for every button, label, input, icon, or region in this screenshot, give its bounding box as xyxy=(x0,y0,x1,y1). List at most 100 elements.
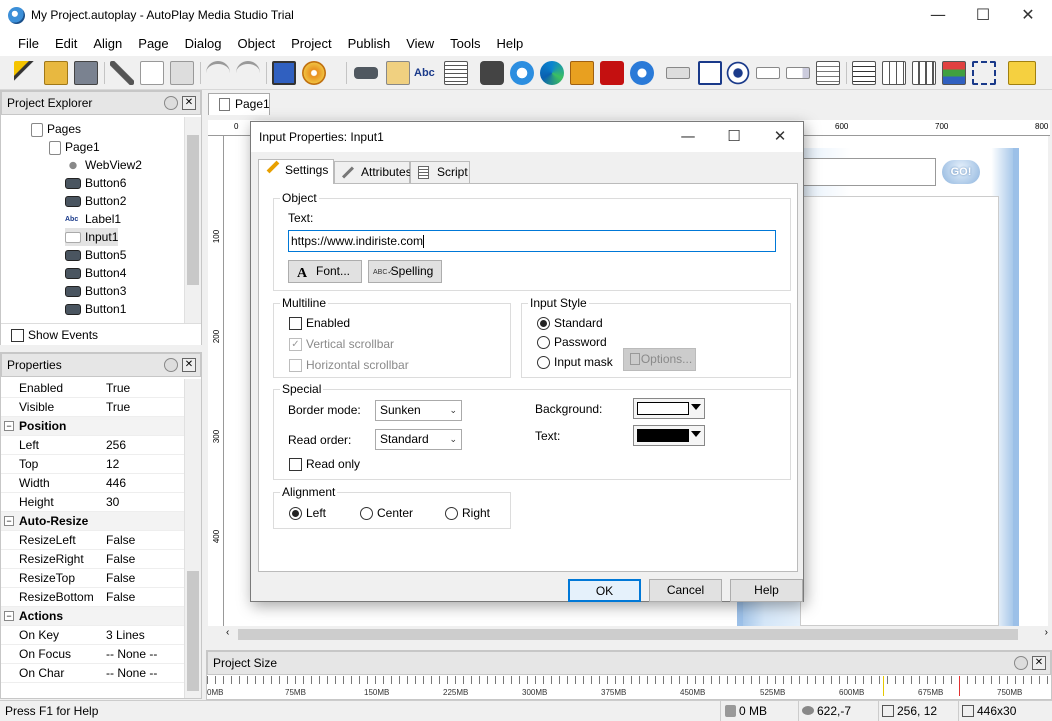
edge-browser-icon[interactable] xyxy=(540,61,564,85)
tab-script[interactable]: Script xyxy=(410,161,470,183)
tree-item-label1[interactable]: Abc Label1 xyxy=(65,210,121,228)
options-button[interactable]: Options... xyxy=(623,348,696,371)
scroll-thumb[interactable] xyxy=(238,629,1018,640)
paste-icon[interactable] xyxy=(170,61,194,85)
paragraph-object-icon[interactable] xyxy=(444,61,468,85)
property-value[interactable]: True xyxy=(106,379,130,398)
align-left-radio[interactable] xyxy=(289,507,302,520)
property-row[interactable]: Top 12 xyxy=(1,455,185,474)
maximize-button[interactable]: ☐ xyxy=(960,0,1006,32)
radio-object-icon[interactable] xyxy=(726,61,750,85)
editor-hscrollbar[interactable]: ‹ › xyxy=(224,626,1048,643)
menu-object[interactable]: Object xyxy=(230,32,284,56)
help-button[interactable]: Help xyxy=(730,579,803,602)
scroll-left-icon[interactable]: ‹ xyxy=(226,627,229,638)
menu-dialog[interactable]: Dialog xyxy=(177,32,230,56)
progress-object-icon[interactable] xyxy=(942,61,966,85)
redo-icon[interactable] xyxy=(236,61,260,85)
property-row[interactable]: Width 446 xyxy=(1,474,185,493)
property-value[interactable]: False xyxy=(106,531,135,550)
menu-file[interactable]: File xyxy=(10,32,47,56)
dialog-maximize-button[interactable]: ☐ xyxy=(711,122,757,152)
close-button[interactable]: ✕ xyxy=(1005,0,1051,32)
tree-item-pages[interactable]: Pages xyxy=(31,120,81,138)
tab-attributes[interactable]: Attributes xyxy=(334,161,412,183)
cancel-button[interactable]: Cancel xyxy=(649,579,722,602)
label-object-icon[interactable]: Abc xyxy=(414,61,438,85)
menu-publish[interactable]: Publish xyxy=(340,32,399,56)
quicktime-icon[interactable] xyxy=(510,61,534,85)
panel-close-icon[interactable]: ✕ xyxy=(182,358,196,372)
ie-web-icon[interactable] xyxy=(630,61,654,85)
property-row[interactable]: Height 30 xyxy=(1,493,185,512)
spelling-button[interactable]: ABC✓ Spelling xyxy=(368,260,442,283)
tree-item-button3[interactable]: Button3 xyxy=(65,282,126,300)
collapse-icon[interactable]: − xyxy=(4,516,14,526)
property-value[interactable]: False xyxy=(106,588,135,607)
hotspot-object-icon[interactable] xyxy=(972,61,996,85)
property-value[interactable]: -- None -- xyxy=(106,645,157,664)
property-row[interactable]: On Char -- None -- xyxy=(1,664,185,683)
pin-icon[interactable] xyxy=(164,96,178,110)
page-tab[interactable]: Page1 xyxy=(208,93,270,115)
tree-item-button1[interactable]: Button1 xyxy=(65,300,126,318)
design-webview2[interactable] xyxy=(800,196,999,626)
tree-item-button6[interactable]: Button6 xyxy=(65,174,126,192)
open-folder-icon[interactable] xyxy=(44,61,68,85)
property-value[interactable]: True xyxy=(106,398,130,417)
explorer-scrollbar[interactable] xyxy=(184,117,201,323)
save-disk-icon[interactable] xyxy=(74,61,98,85)
tree-item-webview2[interactable]: WebView2 xyxy=(65,156,142,174)
design-go-button[interactable]: GO! xyxy=(942,160,980,184)
text-field-icon[interactable] xyxy=(756,67,780,79)
property-row[interactable]: ResizeLeft False xyxy=(1,531,185,550)
background-color-picker[interactable] xyxy=(633,398,705,419)
collapse-icon[interactable]: − xyxy=(4,611,14,621)
align-right-radio[interactable] xyxy=(445,507,458,520)
property-row[interactable]: Left 256 xyxy=(1,436,185,455)
scroll-right-icon[interactable]: › xyxy=(1045,627,1048,638)
pin-icon[interactable] xyxy=(1014,656,1028,670)
edit-pencil-icon[interactable] xyxy=(1008,61,1036,85)
property-value[interactable]: 256 xyxy=(106,436,126,455)
collapse-icon[interactable]: − xyxy=(4,421,14,431)
property-value[interactable]: 3 Lines xyxy=(106,626,145,645)
read-order-select[interactable]: Standard ⌄ xyxy=(375,429,462,450)
cut-scissors-icon[interactable] xyxy=(110,61,134,85)
panel-close-icon[interactable]: ✕ xyxy=(1032,656,1046,670)
copy-icon[interactable] xyxy=(140,61,164,85)
publish-disc-icon[interactable] xyxy=(302,61,326,85)
property-row[interactable]: Enabled True xyxy=(1,379,185,398)
menu-page[interactable]: Page xyxy=(130,32,176,56)
property-row[interactable]: Visible True xyxy=(1,398,185,417)
text-input[interactable]: https://www.indiriste.com xyxy=(288,230,776,252)
scroll-thumb[interactable] xyxy=(187,571,199,691)
show-events-checkbox[interactable] xyxy=(11,329,24,342)
image-object-icon[interactable] xyxy=(386,61,410,85)
vertical-scrollbar-checkbox[interactable]: ✓ xyxy=(289,338,302,351)
tree-object-icon[interactable] xyxy=(852,61,876,85)
panel-close-icon[interactable]: ✕ xyxy=(182,96,196,110)
dialog-minimize-button[interactable]: — xyxy=(665,122,711,152)
combobox-object-icon[interactable] xyxy=(786,67,810,79)
align-center-radio[interactable] xyxy=(360,507,373,520)
design-input1[interactable] xyxy=(790,158,936,186)
properties-scrollbar[interactable] xyxy=(184,379,201,698)
menu-project[interactable]: Project xyxy=(283,32,339,56)
menu-tools[interactable]: Tools xyxy=(442,32,488,56)
tab-settings[interactable]: Settings xyxy=(258,159,334,184)
property-category[interactable]: − Actions xyxy=(1,607,185,626)
horizontal-scrollbar-checkbox[interactable] xyxy=(289,359,302,372)
property-row[interactable]: On Key 3 Lines xyxy=(1,626,185,645)
undo-icon[interactable] xyxy=(206,61,230,85)
button-object-icon[interactable] xyxy=(354,67,378,79)
listbox-object-icon[interactable] xyxy=(816,61,840,85)
slideshow-object-icon[interactable] xyxy=(912,61,936,85)
property-value[interactable]: -- None -- xyxy=(106,664,157,683)
font-button[interactable]: A Font... xyxy=(288,260,362,283)
property-value[interactable]: False xyxy=(106,569,135,588)
property-row[interactable]: ResizeRight False xyxy=(1,550,185,569)
property-value[interactable]: False xyxy=(106,550,135,569)
minimize-button[interactable]: — xyxy=(915,0,961,32)
input-object-icon[interactable] xyxy=(666,67,690,79)
